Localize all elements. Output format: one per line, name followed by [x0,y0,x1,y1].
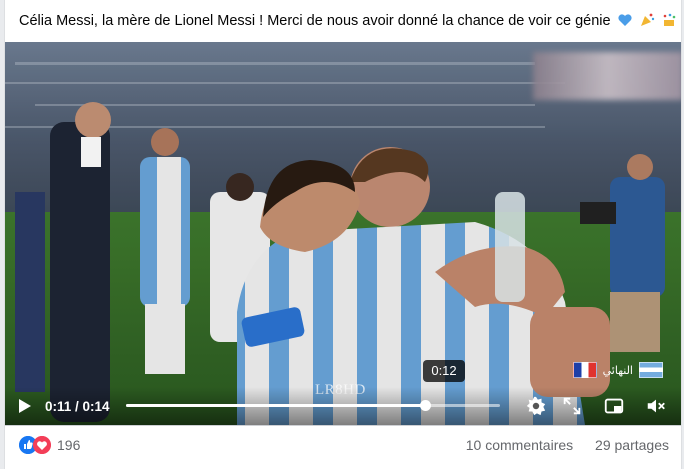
post-caption: Célia Messi, la mère de Lionel Messi ! M… [19,12,679,29]
love-icon [33,436,51,454]
blurred-logo [533,52,681,100]
reaction-count: 196 [57,437,81,453]
progress-bar[interactable] [126,400,500,411]
video-controls: 0:11 / 0:14 [5,387,681,425]
progress-fill [126,404,426,407]
post-footer: 196 10 commentaires 29 partages [5,425,681,469]
facebook-post: Célia Messi, la mère de Lionel Messi ! M… [4,0,682,469]
shares-link[interactable]: 29 partages [595,437,669,453]
video-player[interactable]: النهائي LR8HD 0:12 0:11 / 0:14 [5,42,681,425]
play-icon[interactable] [15,397,33,415]
blue-heart-icon [618,14,632,26]
progress-handle[interactable] [419,400,431,411]
argentina-flag-icon [639,362,663,378]
picture-in-picture-icon[interactable] [603,395,625,417]
comments-link[interactable]: 10 commentaires [466,437,573,453]
match-overlay: النهائي [572,361,663,379]
seek-tooltip: 0:12 [423,360,465,382]
reactions-summary[interactable]: 196 [19,436,80,454]
settings-gear-icon[interactable] [525,395,547,417]
france-flag-icon [572,362,597,378]
match-label: النهائي [602,363,633,377]
party-popper-icon [640,13,654,26]
confetti-icon [663,13,675,26]
fullscreen-icon[interactable] [561,395,583,417]
volume-muted-icon[interactable] [645,395,667,417]
engagement-counts: 10 commentaires 29 partages [448,437,669,453]
time-display: 0:11 / 0:14 [45,399,110,414]
post-header-strip [5,0,681,4]
caption-text: Célia Messi, la mère de Lionel Messi ! M… [19,13,611,29]
